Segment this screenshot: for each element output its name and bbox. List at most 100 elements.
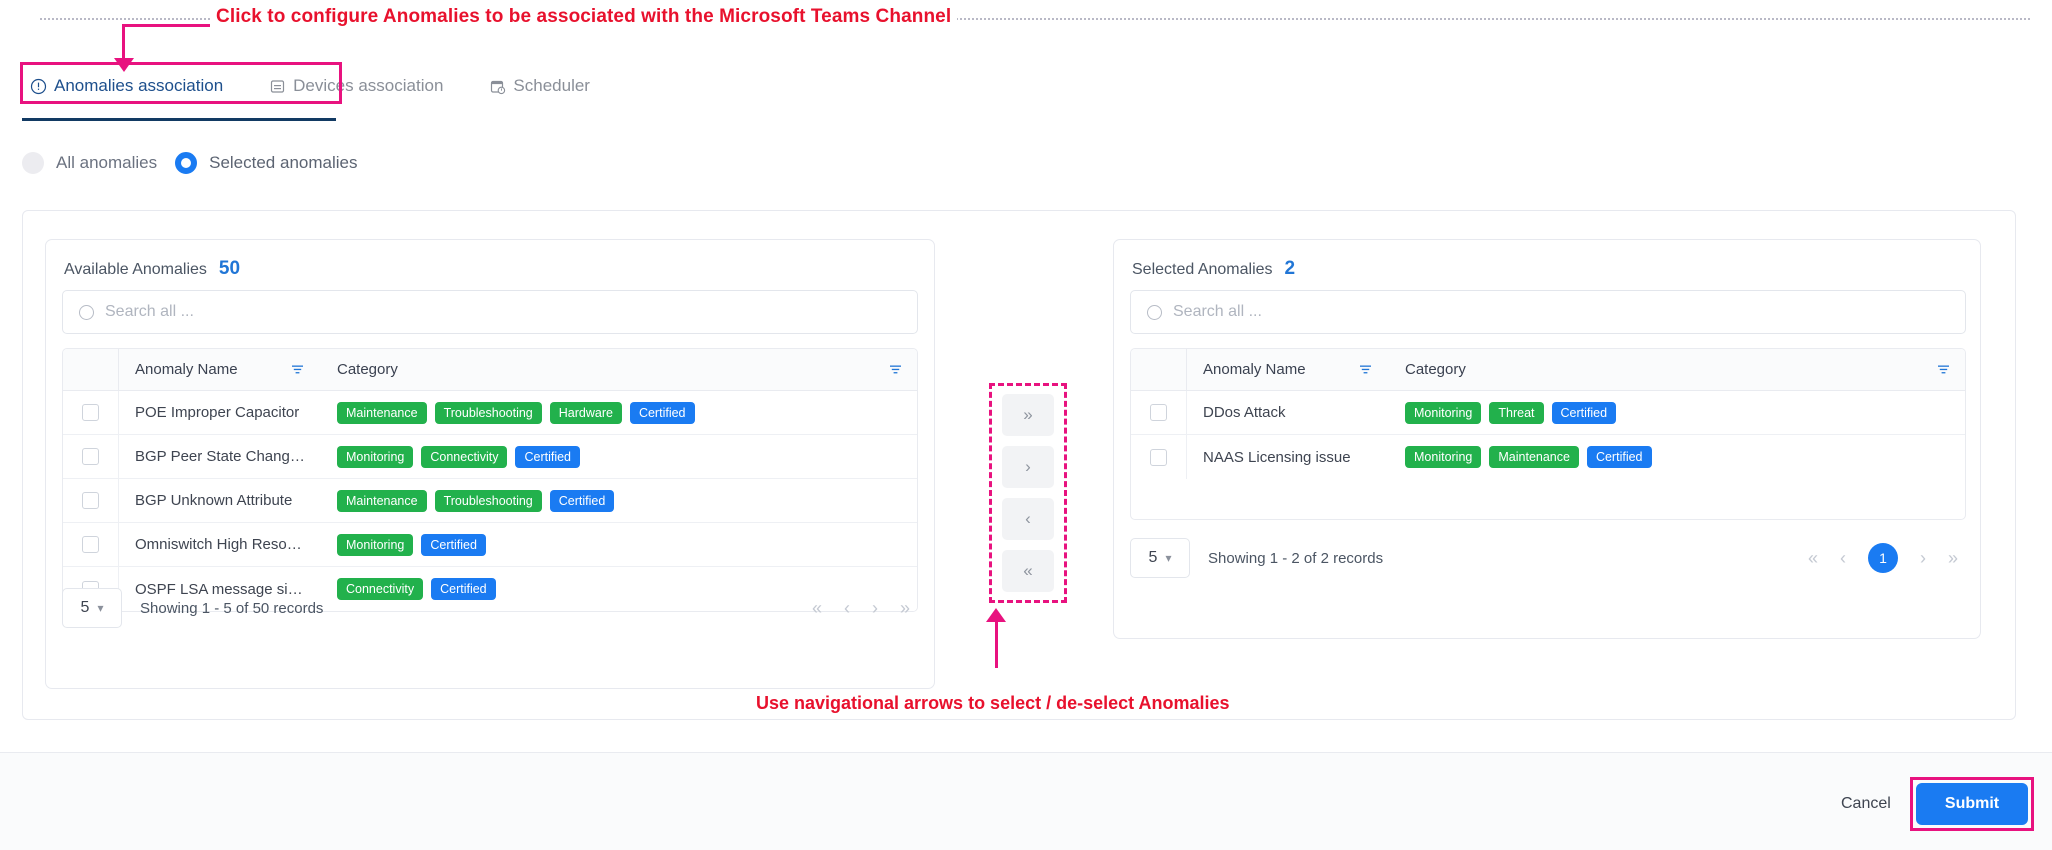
category-tag: Certified [421,534,486,556]
table-row[interactable]: BGP Unknown Attribute Maintenance Troubles… [63,479,917,523]
category-tag: Certified [550,490,615,512]
tab-anomalies-association-label: Anomalies association [54,76,223,96]
row-checkbox[interactable] [82,536,99,553]
move-all-left-button[interactable]: « [1002,550,1054,592]
category-tag: Monitoring [1405,402,1481,424]
category-tag: Certified [515,446,580,468]
anomaly-name: Omniswitch High Resour... [135,536,305,553]
annotation-arrow-up-line [995,620,998,668]
annotation-arrow-head-up [986,608,1006,622]
selected-page-size-select[interactable]: 5 ▾ [1130,538,1190,578]
table-row[interactable]: NAAS Licensing issueMonitoringMaintenanc… [1131,435,1965,479]
selected-header-select-cell [1131,349,1187,390]
available-page-size-select[interactable]: 5 ▾ [62,588,122,628]
category-tag: Troubleshooting [435,402,542,424]
selected-header-name-label: Anomaly Name [1203,361,1306,378]
move-left-button[interactable]: ‹ [1002,498,1054,540]
row-checkbox[interactable] [82,404,99,421]
annotation-arrow-horizontal [122,24,210,27]
available-search-input[interactable]: Search all ... [105,303,194,321]
category-tag: Monitoring [337,446,413,468]
selected-prev-page-button[interactable]: ‹ [1840,549,1846,567]
category-tag: Certified [1587,446,1652,468]
category-tag: Maintenance [337,490,427,512]
available-pagination-nav: « ‹ › » [812,599,918,617]
row-checkbox[interactable] [1150,404,1167,421]
move-right-button[interactable]: › [1002,446,1054,488]
table-row[interactable]: BGP Peer State ChangedMonitoringConnecti… [63,435,917,479]
submit-button[interactable]: Submit [1916,783,2028,825]
move-all-right-button[interactable]: » [1002,394,1054,436]
selected-row-name-cell: NAAS Licensing issue [1187,449,1387,466]
available-row-name-cell: Omniswitch High Resour... [119,536,319,553]
annotation-bottom-text: Use navigational arrows to select / de-s… [756,693,1230,714]
category-tag: Hardware [550,402,622,424]
row-checkbox[interactable] [82,448,99,465]
available-anomalies-panel: Available Anomalies 50 Search all ... An… [45,239,935,689]
table-row[interactable]: POE Improper Capacitor Maintenance Trouble… [63,391,917,435]
category-tag: Maintenance [337,402,427,424]
tab-bar: Anomalies association Devices associatio… [24,68,596,106]
available-anomalies-header: Available Anomalies 50 [64,258,240,280]
available-row-name-cell: BGP Peer State Changed [119,448,319,465]
name-filter-icon[interactable] [290,362,305,377]
available-row-select-cell [63,391,119,434]
selected-search-box[interactable]: Search all ... [1130,290,1966,334]
available-last-page-button[interactable]: » [900,599,910,617]
selected-anomalies-header: Selected Anomalies 2 [1132,258,1295,280]
tab-anomalies-association[interactable]: Anomalies association [24,68,229,106]
selected-page-size-value: 5 [1149,549,1158,567]
selected-showing-text: Showing 1 - 2 of 2 records [1208,550,1383,567]
category-filter-icon[interactable] [1936,362,1951,377]
available-row-category-cell: MonitoringCertified [319,534,917,556]
available-row-select-cell [63,479,119,522]
row-checkbox[interactable] [1150,449,1167,466]
available-row-select-cell [63,523,119,566]
selected-anomalies-title: Selected Anomalies [1132,261,1273,279]
selected-next-page-button[interactable]: › [1920,549,1926,567]
selected-search-input[interactable]: Search all ... [1173,303,1262,321]
available-header-category-cell: Category [319,361,917,378]
selected-anomalies-panel: Selected Anomalies 2 Search all ... Anom… [1113,239,1981,639]
selected-first-page-button[interactable]: « [1808,549,1818,567]
name-filter-icon[interactable] [1358,362,1373,377]
available-pagination: 5 ▾ Showing 1 - 5 of 50 records « ‹ › » [62,588,918,628]
anomaly-name: BGP Unknown Attribute [135,492,292,509]
selected-pagination: 5 ▾ Showing 1 - 2 of 2 records « ‹ 1 › » [1130,538,1966,578]
chevron-down-icon: ▾ [97,601,103,615]
row-checkbox[interactable] [82,492,99,509]
available-row-select-cell [63,435,119,478]
radio-selected-anomalies[interactable]: Selected anomalies [175,152,357,174]
tab-devices-association-label: Devices association [293,76,443,96]
available-search-box[interactable]: Search all ... [62,290,918,334]
category-tag: Certified [630,402,695,424]
anomaly-name: BGP Peer State Changed [135,448,305,465]
available-anomalies-count: 50 [219,258,240,280]
available-first-page-button[interactable]: « [812,599,822,617]
table-row[interactable]: Omniswitch High Resour... MonitoringCerti… [63,523,917,567]
available-header-name-cell: Anomaly Name [119,361,319,378]
category-tag: Troubleshooting [435,490,542,512]
available-header-select-cell [63,349,119,390]
available-header-name-label: Anomaly Name [135,361,238,378]
available-prev-page-button[interactable]: ‹ [844,599,850,617]
search-icon [1147,305,1162,320]
tab-devices-association[interactable]: Devices association [263,68,449,106]
table-row[interactable]: DDos AttackMonitoringThreatCertified [1131,391,1965,435]
available-row-name-cell: POE Improper Capacitor [119,404,319,421]
available-row-name-cell: BGP Unknown Attribute [119,492,319,509]
available-page-size-value: 5 [81,599,90,617]
selected-last-page-button[interactable]: » [1948,549,1958,567]
available-next-page-button[interactable]: › [872,599,878,617]
tab-scheduler[interactable]: Scheduler [483,68,596,106]
radio-selected-anomalies-dot [175,152,197,174]
selected-current-page-button[interactable]: 1 [1868,543,1898,573]
selected-header-category-cell: Category [1387,361,1965,378]
available-anomalies-title: Available Anomalies [64,261,207,279]
cancel-button[interactable]: Cancel [1817,783,1915,825]
transfer-buttons-group: » › ‹ « [989,383,1067,603]
category-filter-icon[interactable] [888,362,903,377]
radio-all-anomalies[interactable]: All anomalies [22,152,157,174]
calendar-clock-icon [489,78,506,95]
selected-anomalies-count: 2 [1285,258,1296,280]
